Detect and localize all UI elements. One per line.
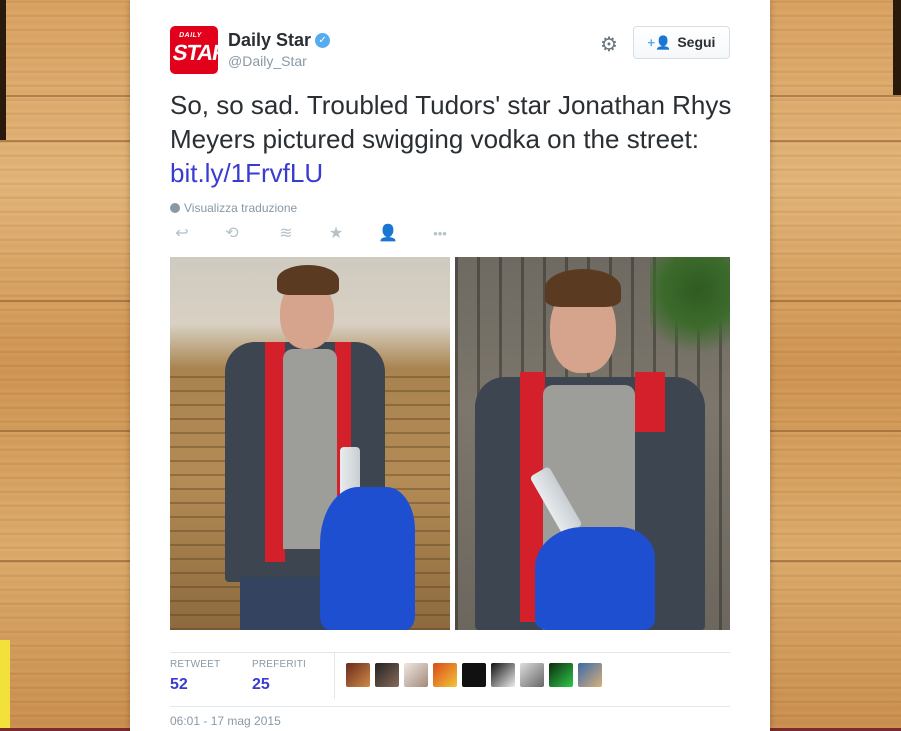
follow-button-label: Segui (677, 34, 716, 50)
divider (170, 706, 730, 707)
person-figure (225, 257, 445, 630)
translate-link[interactable]: Visualizza traduzione (170, 201, 297, 215)
retweet-count-label: RETWEET (170, 659, 221, 670)
tweet-link[interactable]: bit.ly/1FrvfLU (170, 158, 323, 188)
add-user-icon: +👤 (647, 35, 672, 50)
tweet-stats: RETWEET 52 PREFERITI 25 (170, 652, 730, 699)
author-handle[interactable]: @Daily_Star (228, 53, 330, 69)
retweet-count[interactable]: RETWEET 52 (170, 659, 220, 694)
author-info: Daily Star ✓ @Daily_Star (228, 30, 331, 69)
buffer-icon[interactable]: ≋ (274, 224, 298, 244)
photo-right[interactable] (455, 257, 730, 630)
favoriter-avatar[interactable] (433, 663, 457, 687)
background-shadow (0, 0, 6, 140)
favorite-count-label: PREFERITI (252, 659, 307, 670)
favorite-count-value: 25 (252, 676, 270, 693)
divider (170, 652, 730, 653)
person-figure (475, 257, 730, 630)
photo-left[interactable] (170, 257, 450, 630)
follow-user-icon[interactable]: 👤 (376, 224, 400, 244)
tweet-text: So, so sad. Troubled Tudors' star Jonath… (170, 88, 740, 190)
favorite-count[interactable]: PREFERITI 25 (252, 659, 306, 694)
retweet-icon[interactable]: ⟲ (220, 224, 244, 244)
favoriter-avatar[interactable] (375, 663, 399, 687)
favoriter-avatar[interactable] (462, 663, 486, 687)
tweet-media[interactable] (170, 257, 730, 630)
tweet-timestamp[interactable]: 06:01 - 17 mag 2015 (170, 714, 281, 728)
tweet-body: So, so sad. Troubled Tudors' star Jonath… (170, 90, 732, 154)
favoriter-avatar[interactable] (549, 663, 573, 687)
favoriter-avatar[interactable] (578, 663, 602, 687)
avatar-logo-daily: DAILY (178, 32, 203, 39)
stats-divider (334, 652, 335, 699)
favorite-icon[interactable]: ★ (324, 224, 348, 244)
tweet-card: DAILY STAR Daily Star ✓ @Daily_Star ⚙ +👤 S… (130, 0, 770, 731)
follow-button[interactable]: +👤 Segui (633, 26, 730, 59)
verified-badge-icon: ✓ (315, 33, 331, 48)
avatar-logo-star: STAR (170, 40, 218, 65)
translate-label: Visualizza traduzione (184, 201, 298, 215)
favoriter-avatar[interactable] (491, 663, 515, 687)
background-shadow (893, 0, 901, 95)
reply-icon[interactable]: ↩ (170, 224, 194, 244)
background-strip (0, 640, 10, 731)
gear-icon[interactable]: ⚙ (598, 34, 620, 56)
favoriter-avatar[interactable] (404, 663, 428, 687)
author-display-name[interactable]: Daily Star (228, 30, 311, 51)
retweet-count-value: 52 (170, 676, 188, 693)
more-icon[interactable]: ••• (428, 224, 452, 244)
tweet-header: DAILY STAR Daily Star ✓ @Daily_Star ⚙ +👤 S… (170, 26, 730, 76)
favoriter-avatar[interactable] (520, 663, 544, 687)
favoriter-avatar[interactable] (346, 663, 370, 687)
avatar[interactable]: DAILY STAR (170, 26, 218, 74)
globe-icon (170, 203, 180, 213)
